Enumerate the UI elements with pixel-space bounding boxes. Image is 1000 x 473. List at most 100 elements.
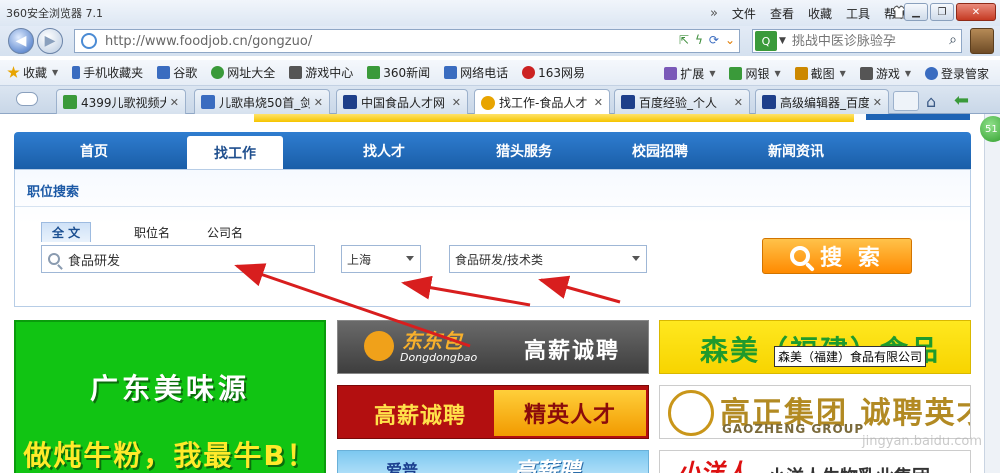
tab-editor[interactable]: 高级编辑器_百度 ✕ [755, 89, 889, 114]
search-engine-icon[interactable]: Q [755, 31, 777, 51]
tab-company-name[interactable]: 公司名 [207, 222, 243, 242]
nav-find-talent[interactable]: 找人才 [334, 132, 434, 169]
google-icon [157, 66, 171, 79]
login-manager-button[interactable]: 登录管家 [918, 65, 996, 82]
refresh-icon[interactable]: ⟳ [709, 33, 719, 47]
ad-aipu[interactable]: 爱普 高薪聘 [337, 450, 649, 473]
bookmark-163[interactable]: 163网易 [515, 64, 592, 81]
bookmark-google[interactable]: 谷歌 [150, 64, 204, 81]
ad-gaozheng[interactable]: 高正集团 诚聘英才 GAOZHENG GROUP [659, 385, 971, 439]
search-button[interactable]: 搜 索 [762, 238, 912, 274]
ad-recruit[interactable]: 高薪诚聘 精英人才 [337, 385, 649, 439]
ad-line: 广东美味源 [89, 372, 250, 405]
url-text[interactable]: http://www.foodjob.cn/gongzuo/ [105, 34, 312, 49]
nav-campus[interactable]: 校园招聘 [600, 132, 720, 169]
site-nav: 首页 找工作 找人才 猎头服务 校园招聘 新闻资讯 [14, 132, 971, 169]
star-icon [7, 66, 20, 78]
user-avatar[interactable] [970, 28, 994, 54]
scissors-icon [794, 66, 808, 80]
new-tab-button[interactable] [893, 91, 919, 111]
chevron-down-icon[interactable]: ▼ [779, 36, 786, 46]
nav-news[interactable]: 新闻资讯 [736, 132, 856, 169]
tab-favicon [63, 95, 77, 109]
url-tools: ⇱ ϟ ⟳ ⌄ [679, 33, 735, 47]
close-icon[interactable]: ✕ [956, 3, 996, 21]
address-toolbar: ◀ ▶ http://www.foodjob.cn/gongzuo/ ⇱ ϟ ⟳… [0, 26, 1000, 56]
share-icon[interactable]: ⇱ [679, 33, 689, 47]
bookmark-favorites[interactable]: 收藏 ▼ [0, 64, 65, 81]
tab-close-icon[interactable]: ✕ [452, 96, 461, 109]
home-icon[interactable]: ⌂ [926, 92, 936, 111]
city-select-value: 上海 [347, 252, 372, 267]
tab-job-name[interactable]: 职位名 [134, 222, 170, 242]
tab-fulltext[interactable]: 全 文 [41, 222, 92, 242]
search-icon[interactable]: ⌕ [949, 32, 957, 48]
menu-tools[interactable]: 工具 [846, 5, 870, 22]
gaozheng-logo [668, 390, 714, 436]
bookmark-mobile[interactable]: 手机收藏夹 [65, 64, 150, 81]
watermark: jingyan.baidu.com [862, 434, 982, 449]
bookmark-games[interactable]: 游戏中心 [282, 64, 360, 81]
menu-file[interactable]: 文件 [732, 5, 756, 22]
tab-find-job[interactable]: 找工作-食品人才 ✕ [474, 89, 610, 115]
undo-icon[interactable]: ⬅ [954, 90, 969, 111]
bank-button[interactable]: 网银 ▼ [722, 65, 787, 82]
tab-close-icon[interactable]: ✕ [734, 96, 743, 109]
menu-favorites[interactable]: 收藏 [808, 5, 832, 22]
nav-headhunting[interactable]: 猎头服务 [464, 132, 584, 169]
tab-favicon [201, 95, 215, 109]
tab-baidu-jingyan[interactable]: 百度经验_个人 ✕ [614, 89, 750, 114]
search-icon [790, 246, 811, 266]
tab-close-icon[interactable]: ✕ [873, 96, 882, 109]
tab-close-icon[interactable]: ✕ [170, 96, 179, 109]
bookmark-hao[interactable]: 网址大全 [204, 64, 282, 81]
restore-icon[interactable]: ❐ [930, 3, 954, 21]
gamepad-icon [289, 66, 303, 79]
page-content: 首页 找工作 找人才 猎头服务 校园招聘 新闻资讯 职位搜索 全 文 职位名 公… [0, 114, 1000, 473]
job-search-title: 职位搜索 [27, 185, 80, 200]
lightning-icon[interactable]: ϟ [695, 33, 703, 47]
ad-meiweiyuan[interactable]: 广东美味源 做炖牛粉，我最牛B！ [14, 320, 326, 473]
address-field[interactable]: http://www.foodjob.cn/gongzuo/ ⇱ ϟ ⟳ ⌄ [74, 29, 740, 53]
tab-favicon [762, 95, 776, 109]
keyword-input[interactable] [68, 251, 308, 267]
cloud-icon[interactable] [16, 92, 38, 106]
forward-button[interactable]: ▶ [37, 28, 63, 54]
scrollbar[interactable] [984, 114, 1000, 473]
city-select[interactable]: 上海 [341, 245, 421, 273]
game-button[interactable]: 游戏 ▼ [853, 65, 918, 82]
search-icon [48, 253, 60, 265]
tab-erge[interactable]: 儿歌串烧50首_剑 ✕ [194, 89, 330, 114]
divider [15, 206, 970, 207]
bookmark-netphone[interactable]: 网络电话 [437, 64, 515, 81]
ad-line: 做炖牛粉，我最牛B！ [23, 439, 317, 472]
bookmark-360news[interactable]: 360新闻 [360, 64, 437, 81]
back-button[interactable]: ◀ [8, 28, 34, 54]
globe-icon [211, 66, 225, 79]
screenshot-button[interactable]: 截图 ▼ [788, 65, 853, 82]
search-box[interactable]: Q ▼ ⌕ [752, 29, 962, 53]
dropdown-icon[interactable]: ⌄ [725, 33, 735, 47]
window-controls: ▁ ❐ ✕ [904, 3, 996, 21]
chevron-right-icon[interactable]: » [710, 6, 718, 21]
extensions-button[interactable]: 扩展 ▼ [657, 65, 722, 82]
bookmarks-bar: 收藏 ▼ 手机收藏夹 谷歌 网址大全 游戏中心 360新闻 网络电话 163网易 … [0, 60, 1000, 86]
nav-home[interactable]: 首页 [14, 132, 174, 169]
menu-view[interactable]: 查看 [770, 5, 794, 22]
tab-4399[interactable]: 4399儿歌视频大 ✕ [56, 89, 186, 114]
nav-find-job[interactable]: 找工作 [187, 136, 283, 169]
ad-dongdongbao[interactable]: 东东包 Dongdongbao 高薪诚聘 [337, 320, 649, 374]
ad-xiaoyangren[interactable]: 小洋人 小洋人生物乳业集团 [659, 450, 971, 473]
tab-close-icon[interactable]: ✕ [314, 96, 323, 109]
search-input[interactable] [791, 33, 932, 49]
tab-favicon [621, 95, 635, 109]
tab-close-icon[interactable]: ✕ [594, 96, 603, 109]
assistant-bubble-icon[interactable]: 51 [980, 116, 1000, 142]
chevron-down-icon: ▼ [52, 68, 59, 77]
tab-foodjob[interactable]: 中国食品人才网 ✕ [336, 89, 468, 114]
keyword-field[interactable] [41, 245, 315, 273]
dongdongbao-logo [364, 331, 394, 361]
ad-text: 高薪聘 [514, 459, 581, 473]
category-select[interactable]: 食品研发/技术类 [449, 245, 647, 273]
minimize-icon[interactable]: ▁ [904, 3, 928, 21]
